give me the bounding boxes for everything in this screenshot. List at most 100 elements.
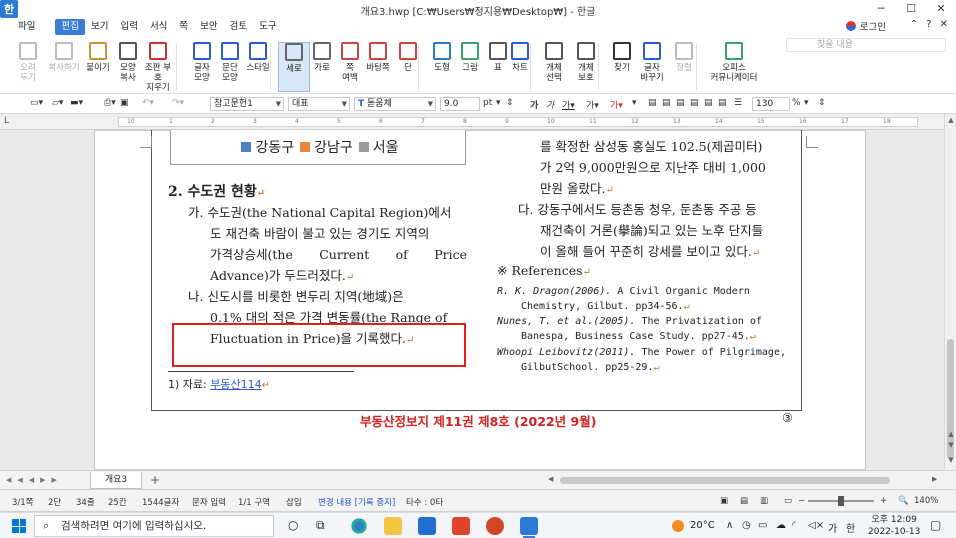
language-select[interactable]: 대표 ▼ <box>288 97 350 111</box>
strike-icon[interactable]: 가▾ <box>586 98 599 111</box>
ribbon-button-format-painter[interactable]: 모양 복사 <box>112 42 144 92</box>
zoom-in-icon[interactable]: + <box>880 496 887 506</box>
font-color-icon[interactable]: 가▾ <box>610 98 623 111</box>
status-track-changes[interactable]: 변경 내용 [기록 중지] <box>318 496 395 508</box>
ime-lang[interactable]: 가 <box>828 520 837 535</box>
windows-start-icon[interactable] <box>12 519 26 533</box>
notification-icon[interactable]: ▢ <box>930 518 941 532</box>
font-select[interactable]: T 돋움체 ▼ <box>354 97 436 111</box>
ribbon-button-communicator[interactable]: 오피스 커뮤니케이터 <box>706 42 762 92</box>
font-size-input[interactable]: 9.0 <box>440 97 480 111</box>
menu-page[interactable]: 쪽 <box>173 19 194 35</box>
menu-insert[interactable]: 입력 <box>114 19 143 35</box>
help-button[interactable]: ? <box>926 19 931 30</box>
align-center-icon[interactable]: ▤ <box>690 98 699 108</box>
section-heading[interactable]: 2. 수도권 현황↵ <box>168 181 265 201</box>
tab-type-icon[interactable]: L <box>4 116 9 126</box>
ribbon-button-scissors[interactable]: 오려 두기 <box>12 42 44 92</box>
line-spacing-icon[interactable]: ☰ <box>734 98 742 108</box>
taskbar-search-input[interactable]: ⌕ 검색하려면 여기에 입력하십시오. <box>34 515 274 537</box>
zoom-input[interactable]: 130 <box>752 97 790 111</box>
new-document-icon[interactable]: ▭▾ <box>30 98 43 108</box>
footnote[interactable]: 1) 자료: 부동산114↵ <box>168 376 270 392</box>
zoom-stepper-icon[interactable]: ⇕ <box>818 98 826 108</box>
right-column-item-da[interactable]: 다. 강동구에서도 등촌동 청우, 둔촌동 주공 등 재건축이 거론(擧論)되고 … <box>518 199 796 262</box>
weather-temp[interactable]: 20°C <box>690 520 715 531</box>
ribbon-button-find[interactable]: 찾기 <box>606 42 638 92</box>
zoom-slider-handle[interactable] <box>838 496 844 506</box>
references-heading[interactable]: ※ References↵ <box>497 263 591 280</box>
ribbon-button-master-page[interactable]: 바탕쪽 <box>362 42 394 92</box>
page-up-icon[interactable]: ▲ <box>945 430 956 438</box>
ribbon-button-copy[interactable]: 복사하기 <box>48 42 80 92</box>
align-justify-icon[interactable]: ▤ <box>648 98 657 108</box>
zoom-fit-icon[interactable]: ▭ <box>784 496 792 506</box>
menu-view[interactable]: 보기 <box>85 19 114 35</box>
mail-icon[interactable] <box>418 517 436 535</box>
collapse-ribbon-button[interactable]: ⌃ <box>910 19 918 30</box>
file-explorer-icon[interactable] <box>384 517 402 535</box>
align-distribute-icon[interactable]: ▤ <box>704 98 713 108</box>
network-icon[interactable]: ◷ <box>742 520 751 531</box>
close-document-button[interactable]: ✕ <box>940 19 948 30</box>
menu-review[interactable]: 검토 <box>224 19 253 35</box>
ribbon-button-columns[interactable]: 단 <box>392 42 424 92</box>
volume-icon[interactable]: ◁× <box>808 520 824 531</box>
ime-mode[interactable]: 한 <box>846 520 855 535</box>
tab-nav-arrows-icon[interactable]: ◀◀◀▶▶ <box>6 476 63 484</box>
ribbon-button-clear-codes[interactable]: 조판 부호 지우기 <box>142 42 174 93</box>
open-document-icon[interactable]: ▱▾ <box>52 98 63 108</box>
reference-entry[interactable]: R. K. Dragon(2006). A Civil Organic Mode… <box>497 284 750 314</box>
ribbon-button-object-select[interactable]: 개체 선택 <box>538 42 570 92</box>
cortana-icon[interactable]: ○ <box>288 518 298 532</box>
view-full-icon[interactable]: ▥ <box>760 496 768 506</box>
font-size-unit[interactable]: pt <box>483 98 492 108</box>
highlight-icon[interactable]: ▾ <box>632 98 637 108</box>
chart-legend-box[interactable]: 강동구 강남구 서울 <box>170 130 466 165</box>
menu-format[interactable]: 서식 <box>144 19 173 35</box>
ribbon-button-replace[interactable]: 글자 바꾸기 <box>636 42 668 92</box>
taskbar-clock[interactable]: 오후 12:09 2022-10-13 <box>868 514 920 538</box>
view-normal-icon[interactable]: ▣ <box>720 496 728 506</box>
task-view-icon[interactable]: ⧉ <box>316 518 325 533</box>
menu-file[interactable]: 파일 <box>12 19 41 35</box>
weather-icon[interactable] <box>672 520 684 532</box>
size-unit-chevron-icon[interactable]: ▾ <box>496 98 501 108</box>
display-icon[interactable]: ▭ <box>758 520 767 531</box>
scroll-left-arrow-icon[interactable]: ◀ <box>548 475 553 483</box>
undo-icon[interactable]: ↶▾ <box>142 98 154 108</box>
preview-icon[interactable]: ▣ <box>120 98 129 108</box>
style-select[interactable]: 참고문헌1 ▼ <box>210 97 284 111</box>
reference-entry[interactable]: Whoopi Leibovitz(2011). The Power of Pil… <box>497 345 786 375</box>
align-right-icon[interactable]: ▤ <box>676 98 685 108</box>
add-tab-button[interactable]: + <box>150 473 160 487</box>
status-page[interactable]: 3/1쪽 <box>12 496 34 508</box>
underline-icon[interactable]: 가▾ <box>562 98 575 111</box>
status-insert[interactable]: 삽입 <box>286 496 302 508</box>
login-button[interactable]: 로그인 <box>845 19 886 33</box>
reference-entry[interactable]: Nunes, T. et al.(2005). The Privatizatio… <box>497 314 762 344</box>
view-web-icon[interactable]: ▤ <box>740 496 748 506</box>
ribbon-button-paste[interactable]: 붙이기 <box>82 42 114 92</box>
wifi-icon[interactable]: ◜ <box>792 520 796 531</box>
edge-browser-icon[interactable] <box>350 517 368 535</box>
onedrive-icon[interactable]: ☁ <box>776 520 786 531</box>
close-button[interactable]: ✕ <box>926 0 956 18</box>
align-divide-icon[interactable]: ▤ <box>718 98 727 108</box>
tray-chevron-icon[interactable]: ∧ <box>726 520 733 531</box>
horizontal-scrollbar-thumb[interactable] <box>560 477 890 484</box>
vertical-scrollbar[interactable]: ▲ ▲ ▼ ▼ <box>944 114 956 470</box>
hangul-taskbar-icon[interactable] <box>520 517 538 538</box>
ribbon-button-chart[interactable]: 차트 <box>504 42 536 92</box>
zoom-out-icon[interactable]: − <box>798 496 805 506</box>
zoom-unit-chevron-icon[interactable]: ▾ <box>804 98 809 108</box>
page-footer[interactable]: 부동산정보지 제11권 제8호 (2022년 9월) <box>360 411 596 430</box>
redo-icon[interactable]: ↷▾ <box>172 98 184 108</box>
print-icon[interactable]: ⎙▾ <box>104 98 116 108</box>
office-icon[interactable] <box>452 517 470 535</box>
hangul-app-icon[interactable]: 한 <box>0 0 18 18</box>
zoom-unit[interactable]: % <box>792 98 801 108</box>
minimize-button[interactable]: ─ <box>866 0 896 18</box>
horizontal-ruler[interactable]: 10 1 2 3 4 5 6 7 8 9 10 11 12 13 14 15 16 17 18 <box>118 117 918 127</box>
footnote-link[interactable]: 부동산114 <box>210 378 261 391</box>
